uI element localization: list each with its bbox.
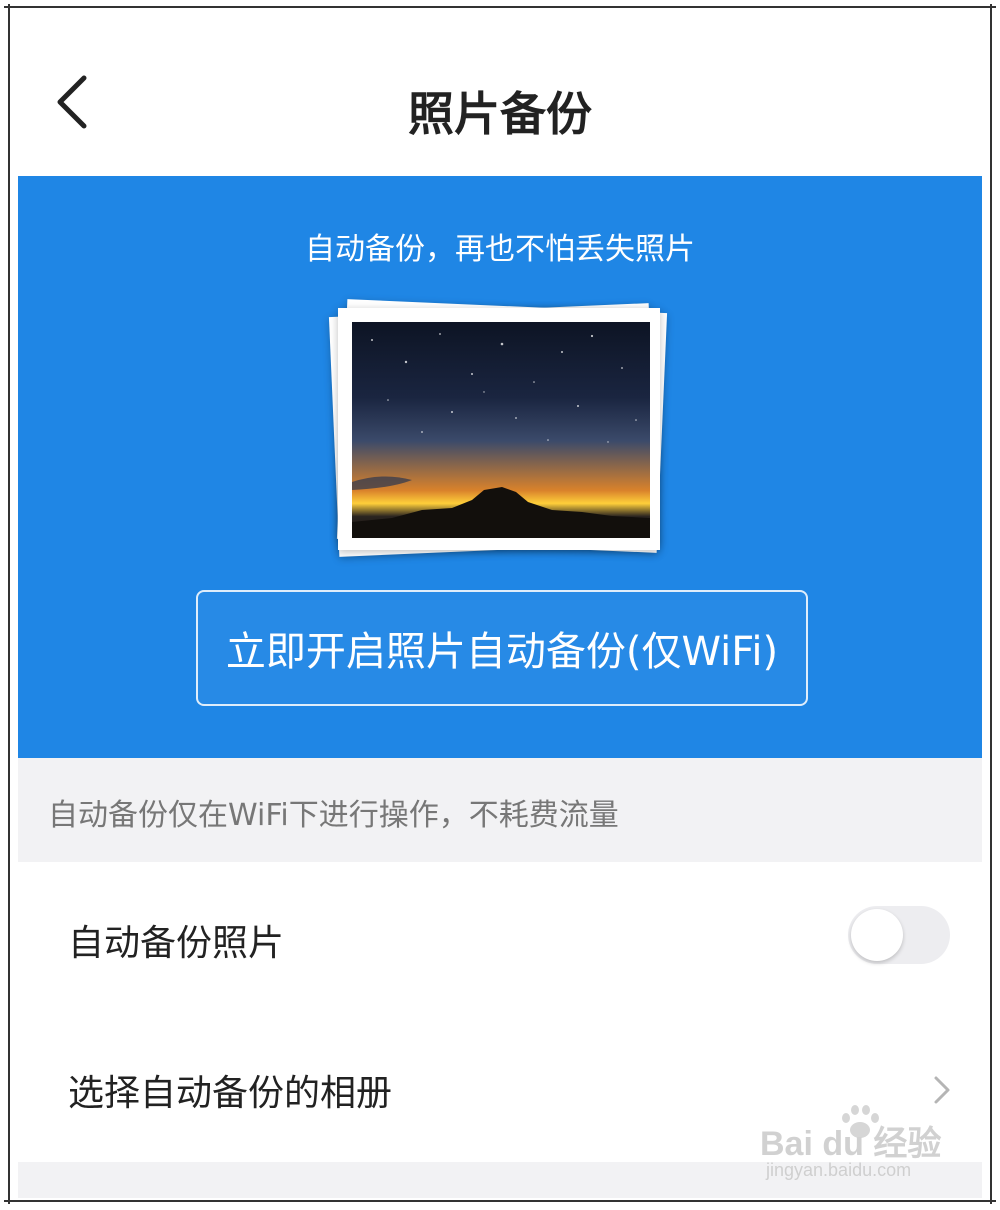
wifi-hint-text: 自动备份仅在WiFi下进行操作，不耗费流量 [48, 798, 619, 833]
frame-bottom-line [4, 1200, 996, 1202]
auto-backup-label: 自动备份照片 [68, 923, 285, 964]
hero-slogan: 自动备份，再也不怕丢失照片 [305, 232, 695, 267]
page-title: 照片备份 [408, 87, 592, 141]
frame-top-line [4, 6, 996, 8]
night-sky-scene [352, 333, 650, 538]
frame-right-line [990, 4, 992, 1204]
photo-card-front [338, 308, 660, 550]
toggle-knob [851, 909, 903, 961]
status-bar [18, 10, 982, 30]
photo-stack-illustration [328, 299, 670, 568]
frame-left-line [8, 4, 10, 1204]
wifi-hint-bar: 自动备份仅在WiFi下进行操作，不耗费流量 [18, 758, 982, 862]
photo-backup-screen: 照片备份 自动备份，再也不怕丢失照片 立即开启照片自动备份(仅WiFi) 自动备… [18, 10, 982, 1198]
auto-backup-row[interactable]: 自动备份照片 [18, 862, 982, 1013]
watermark-url-text: jingyan.baidu.com [766, 1160, 912, 1180]
navigation-bar: 照片备份 [18, 50, 982, 160]
choose-album-label: 选择自动备份的相册 [68, 1073, 393, 1114]
baidu-jingyan-watermark: Bai du 经验 jingyan.baidu.com [760, 1102, 980, 1192]
watermark-logo-text: Bai du 经验 [760, 1125, 942, 1163]
enable-auto-backup-button[interactable]: 立即开启照片自动备份(仅WiFi) [196, 590, 808, 706]
backup-hero-banner: 自动备份，再也不怕丢失照片 立即开启照片自动备份(仅WiFi) [18, 176, 982, 758]
night-sky-photo [352, 322, 650, 538]
auto-backup-toggle[interactable] [848, 906, 950, 964]
